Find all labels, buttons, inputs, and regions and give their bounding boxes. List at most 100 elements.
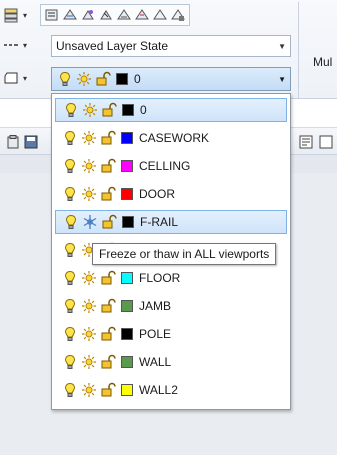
layer-row[interactable]: WALL xyxy=(55,350,287,374)
lightbulb-icon xyxy=(56,70,74,88)
panel-icon[interactable] xyxy=(297,133,315,151)
lightbulb-icon[interactable] xyxy=(61,241,79,259)
save-icon[interactable] xyxy=(22,133,40,151)
layer-color-swatch[interactable] xyxy=(121,132,133,144)
chevron-down-icon[interactable]: ▾ xyxy=(20,36,30,54)
unlock-icon[interactable] xyxy=(99,157,117,175)
lightbulb-icon[interactable] xyxy=(61,185,79,203)
layer-name: POLE xyxy=(139,327,172,341)
previous-layer-icon[interactable] xyxy=(79,6,97,24)
layer-row[interactable]: F-RAIL xyxy=(55,210,287,234)
layer-color-swatch[interactable] xyxy=(121,160,133,172)
layer-row[interactable]: CELLING xyxy=(55,154,287,178)
unlock-icon[interactable] xyxy=(100,101,118,119)
unlock-icon[interactable] xyxy=(99,325,117,343)
layer-walk-icon[interactable] xyxy=(115,6,133,24)
lightbulb-icon[interactable] xyxy=(61,129,79,147)
sun-icon[interactable] xyxy=(80,185,98,203)
sun-icon[interactable] xyxy=(81,101,99,119)
snowflake-icon[interactable] xyxy=(81,213,99,231)
layer-name: F-RAIL xyxy=(140,215,179,229)
layer-state-select[interactable]: Unsaved Layer State ▼ xyxy=(51,35,291,57)
unlock-icon[interactable] xyxy=(100,213,118,231)
layer-name: DOOR xyxy=(139,187,175,201)
unlock-icon[interactable] xyxy=(99,353,117,371)
layer-color-swatch[interactable] xyxy=(121,188,133,200)
unlock-icon[interactable] xyxy=(99,185,117,203)
lightbulb-icon[interactable] xyxy=(61,353,79,371)
layer-name: WALL xyxy=(139,355,172,369)
current-layer-name: 0 xyxy=(134,72,141,86)
isolate-layer-icon[interactable] xyxy=(97,6,115,24)
sun-icon[interactable] xyxy=(80,325,98,343)
multiline-label: Mul xyxy=(313,55,333,69)
chevron-down-icon[interactable]: ▾ xyxy=(20,69,30,87)
canvas-left xyxy=(0,173,52,410)
layer-off-icon[interactable] xyxy=(151,6,169,24)
ribbon-row-1: ▾ xyxy=(2,4,190,26)
layer-state-value: Unsaved Layer State xyxy=(56,39,169,53)
layer-color-swatch[interactable] xyxy=(121,328,133,340)
layer-row[interactable]: CASEWORK xyxy=(55,126,287,150)
sun-icon[interactable] xyxy=(80,269,98,287)
lightbulb-icon[interactable] xyxy=(61,325,79,343)
ribbon-row-2: ▾ xyxy=(2,36,30,54)
sun-icon[interactable] xyxy=(80,129,98,147)
sun-icon[interactable] xyxy=(80,297,98,315)
canvas-right xyxy=(291,173,337,410)
layer-color-swatch[interactable] xyxy=(121,356,133,368)
lightbulb-icon[interactable] xyxy=(62,213,80,231)
lightbulb-icon[interactable] xyxy=(61,381,79,399)
unlock-icon[interactable] xyxy=(99,297,117,315)
layer-row[interactable]: FLOOR xyxy=(55,266,287,290)
layer-color-swatch[interactable] xyxy=(122,104,134,116)
layer-color-swatch[interactable] xyxy=(121,300,133,312)
lightbulb-icon[interactable] xyxy=(61,157,79,175)
unlock-icon xyxy=(94,70,112,88)
sun-icon[interactable] xyxy=(80,353,98,371)
sun-icon[interactable] xyxy=(80,157,98,175)
unlock-icon[interactable] xyxy=(99,269,117,287)
layer-name: CELLING xyxy=(139,159,191,173)
layer-name: 0 xyxy=(140,103,147,117)
chevron-down-icon[interactable]: ▾ xyxy=(20,6,30,24)
layer-row[interactable]: DOOR xyxy=(55,182,287,206)
layer-name: FLOOR xyxy=(139,271,181,285)
freeze-tooltip: Freeze or thaw in ALL viewports xyxy=(92,243,277,265)
layer-color-swatch[interactable] xyxy=(122,216,134,228)
match-layer-icon[interactable] xyxy=(61,6,79,24)
chevron-down-icon: ▼ xyxy=(278,41,286,51)
current-layer-combo[interactable]: 0 ▼ xyxy=(51,67,291,91)
layer-merge-icon[interactable] xyxy=(133,6,151,24)
layer-color-swatch xyxy=(116,73,128,85)
layer-lock-icon[interactable] xyxy=(169,6,187,24)
canvas-bottom xyxy=(0,410,337,455)
lightbulb-icon[interactable] xyxy=(62,101,80,119)
layer-tools-group xyxy=(40,4,190,26)
ribbon-row-3: ▾ xyxy=(2,69,30,87)
layer-properties-icon[interactable] xyxy=(2,6,20,24)
layer-name: CASEWORK xyxy=(139,131,210,145)
layer-row[interactable]: JAMB xyxy=(55,294,287,318)
panel-icon[interactable] xyxy=(317,133,335,151)
layer-color-swatch[interactable] xyxy=(121,272,133,284)
layer-color-swatch[interactable] xyxy=(121,384,133,396)
layer-row[interactable]: WALL2 xyxy=(55,378,287,402)
make-current-icon[interactable] xyxy=(43,6,61,24)
sun-icon xyxy=(75,70,93,88)
linetype-icon[interactable] xyxy=(2,36,20,54)
layer-name: JAMB xyxy=(139,299,172,313)
paste-icon[interactable] xyxy=(4,133,22,151)
unlock-icon[interactable] xyxy=(99,129,117,147)
layer-row[interactable]: POLE xyxy=(55,322,287,346)
shape-outline-icon[interactable] xyxy=(2,69,20,87)
lightbulb-icon[interactable] xyxy=(61,297,79,315)
ribbon-divider xyxy=(298,2,299,98)
lightbulb-icon[interactable] xyxy=(61,269,79,287)
chevron-down-icon: ▼ xyxy=(278,74,286,84)
layers-ribbon-panel: ▾ ▾ Unsaved Layer State ▼ Mul ▾ 0 ▼ xyxy=(0,0,337,99)
unlock-icon[interactable] xyxy=(99,381,117,399)
sun-icon[interactable] xyxy=(80,381,98,399)
layer-name: WALL2 xyxy=(139,383,178,397)
layer-row[interactable]: 0 xyxy=(55,98,287,122)
